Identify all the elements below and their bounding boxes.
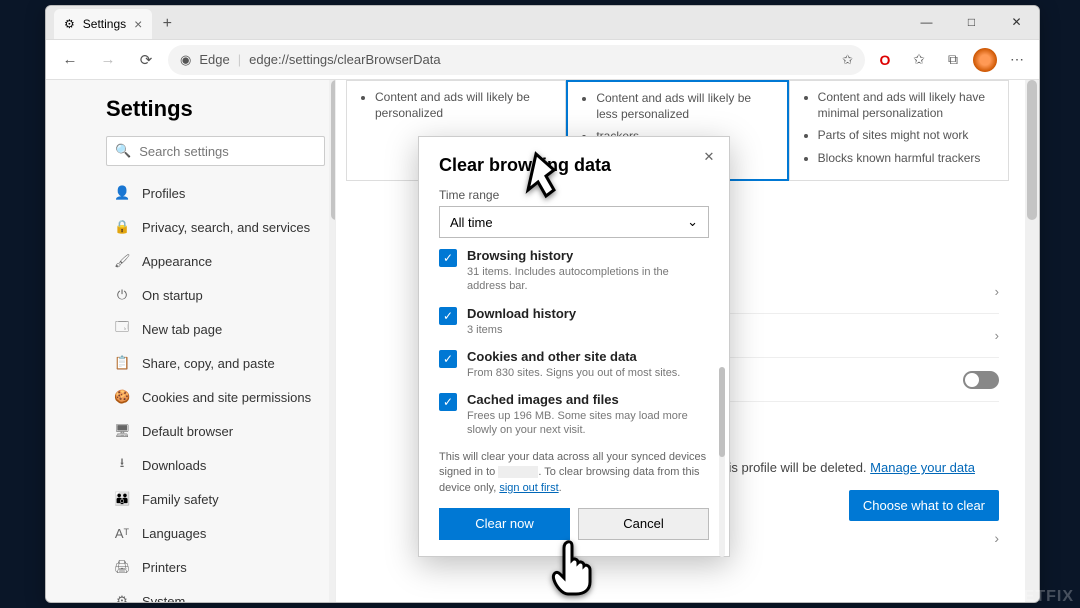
checkbox-desc: From 830 sites. Signs you out of most si… [467, 366, 699, 380]
dialog-buttons: Clear now Cancel [439, 508, 709, 540]
chevron-down-icon: ⌄ [687, 214, 698, 230]
clear-browsing-data-dialog: ✕ Clear browsing data Time range All tim… [418, 136, 730, 557]
cancel-button[interactable]: Cancel [578, 508, 709, 540]
checkbox-desc: 31 items. Includes autocompletions in th… [467, 265, 699, 294]
checkbox-title: Cached images and files [467, 392, 699, 407]
checkbox-checked-icon[interactable]: ✓ [439, 249, 457, 267]
checkbox-title: Cookies and other site data [467, 349, 699, 364]
checkbox-row[interactable]: ✓ Cached images and files Frees up 196 MB.… [439, 392, 709, 438]
sync-note: This will clear your data across all you… [439, 450, 709, 496]
time-range-label: Time range [439, 188, 709, 202]
checkbox-row[interactable]: ✓ Cookies and other site data From 830 sit… [439, 349, 709, 380]
checkbox-title: Download history [467, 306, 699, 321]
checkbox-checked-icon[interactable]: ✓ [439, 350, 457, 368]
watermark: UGETFIX [998, 588, 1074, 606]
checkbox-desc: Frees up 196 MB. Some sites may load mor… [467, 409, 699, 438]
time-range-select[interactable]: All time ⌄ [439, 206, 709, 238]
sign-out-link[interactable]: sign out first [499, 482, 558, 494]
checkbox-title: Browsing history [467, 248, 699, 263]
time-range-value: All time [450, 215, 493, 230]
checkbox-desc: 3 items [467, 323, 699, 337]
browser-window: ⚙ Settings × + — □ ✕ ← → ⟳ ◉ Edge | edge… [45, 5, 1040, 603]
checkbox-checked-icon[interactable]: ✓ [439, 393, 457, 411]
dialog-backdrop: ✕ Clear browsing data Time range All tim… [46, 6, 1039, 602]
clear-now-button[interactable]: Clear now [439, 508, 570, 540]
close-dialog-button[interactable]: ✕ [699, 147, 719, 167]
dialog-title: Clear browsing data [439, 155, 709, 176]
dialog-scrollbar[interactable] [719, 367, 725, 557]
checkbox-row[interactable]: ✓ Browsing history 31 items. Includes auto… [439, 248, 709, 294]
checkbox-row[interactable]: ✓ Download history 3 items [439, 306, 709, 337]
checkbox-checked-icon[interactable]: ✓ [439, 307, 457, 325]
